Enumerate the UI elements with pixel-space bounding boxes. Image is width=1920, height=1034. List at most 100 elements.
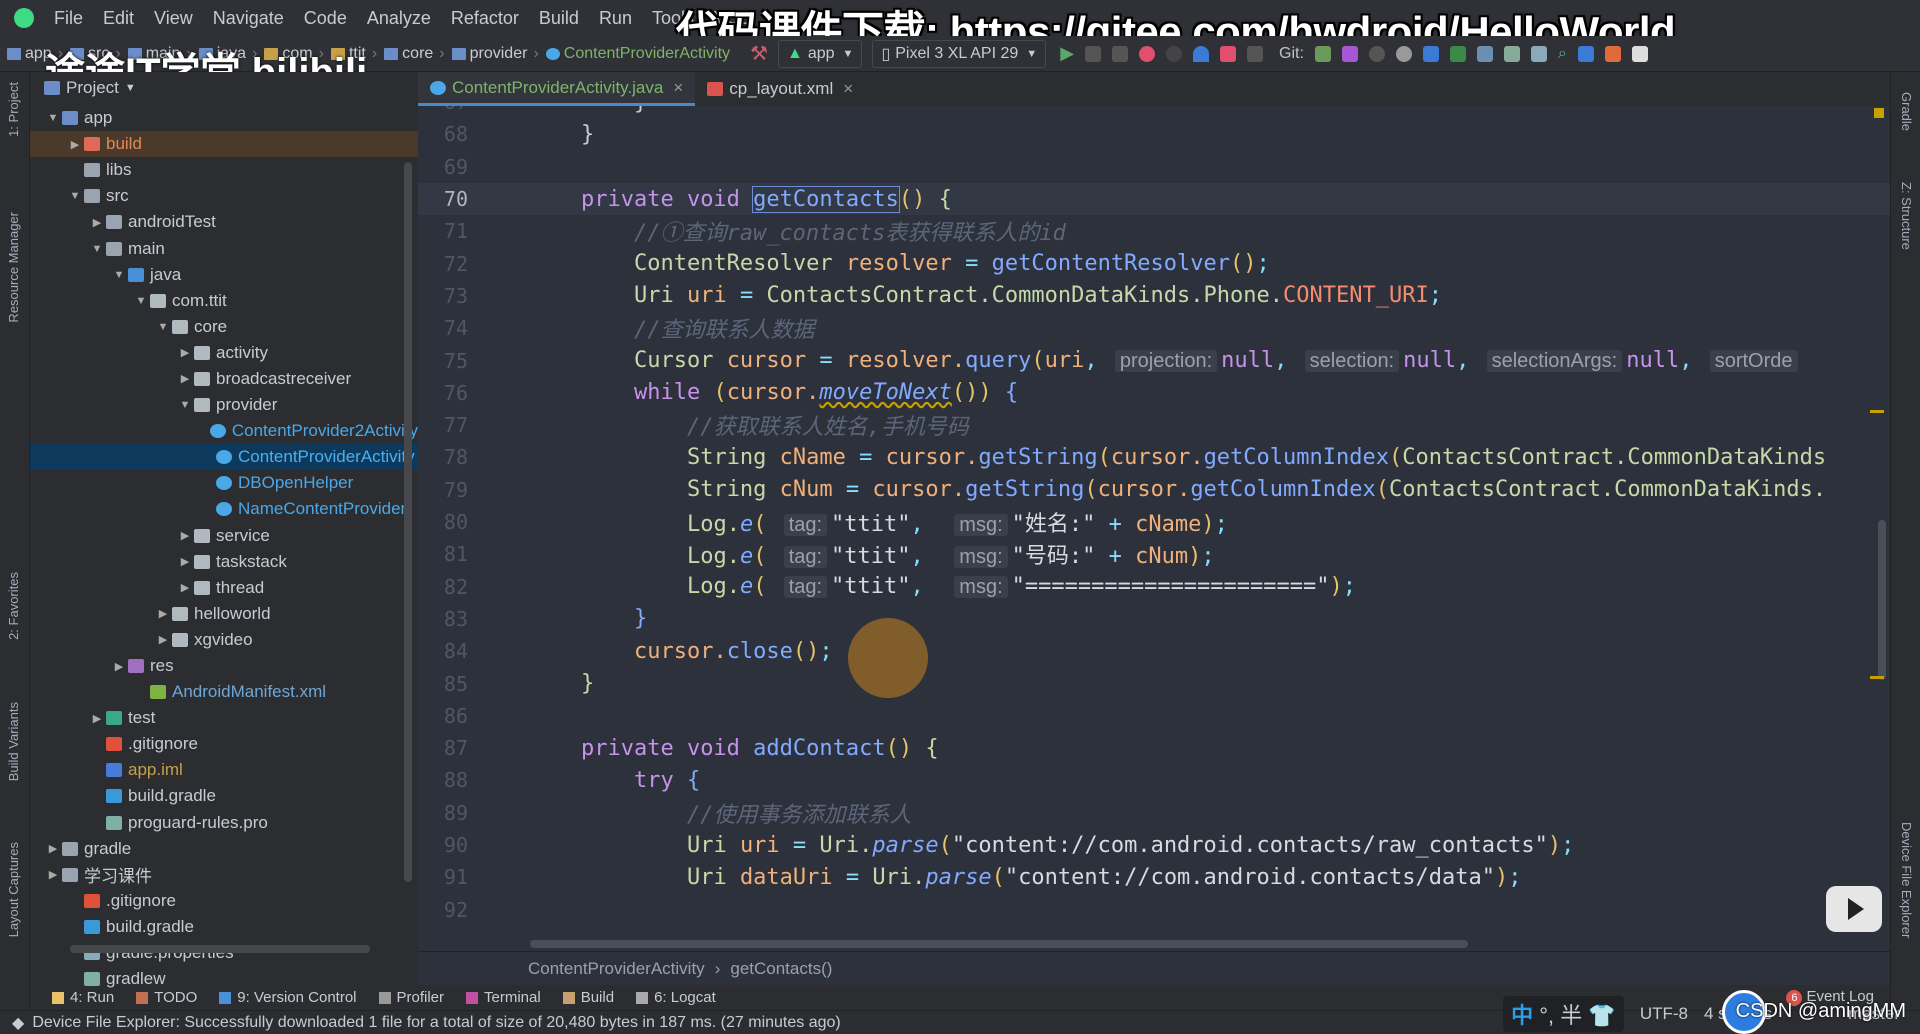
menu-item-analyze[interactable]: Analyze [367,8,431,29]
tree-item[interactable]: ▼ src [30,183,418,209]
close-tab-icon[interactable]: × [673,78,683,98]
collapsed-arrow-icon[interactable]: ▶ [154,607,172,620]
project-panel-header[interactable]: Project ▼ [30,72,418,104]
tree-item[interactable]: gradle.properties [30,940,418,966]
tab-contentprovideractivity-java[interactable]: ContentProviderActivity.java × [418,72,696,106]
menu-item-code[interactable]: Code [304,8,347,29]
expanded-arrow-icon[interactable]: ▼ [154,321,172,333]
menu-item-run[interactable]: Run [599,8,632,29]
tree-item[interactable]: NameContentProvider [30,496,418,522]
menu-item-refactor[interactable]: Refactor [451,8,519,29]
tab-build-variants[interactable]: Build Variants [6,702,21,781]
menu-item-view[interactable]: View [154,8,193,29]
hammer-icon[interactable]: ⚒ [750,41,768,66]
expanded-arrow-icon[interactable]: ▼ [66,190,84,202]
run-config-select[interactable]: ▲ app ▼ [778,39,863,68]
tree-item[interactable]: ▶ taskstack [30,549,418,575]
tool-window-profiler[interactable]: Profiler [378,989,444,1006]
menu-item-edit[interactable]: Edit [103,8,134,29]
device-select[interactable]: ▯ Pixel 3 XL API 29 ▼ [872,39,1047,68]
translate-alt-icon[interactable] [1604,45,1621,62]
collapsed-arrow-icon[interactable]: ▶ [66,138,84,151]
debug-icon[interactable] [1139,45,1156,62]
collapsed-arrow-icon[interactable]: ▶ [176,372,194,385]
tab-resource-manager[interactable]: Resource Manager [6,212,21,323]
history-icon[interactable] [1368,45,1385,62]
collapsed-arrow-icon[interactable]: ▶ [176,529,194,542]
tree-item[interactable]: ▶ test [30,705,418,731]
tree-item[interactable]: AndroidManifest.xml [30,679,418,705]
apply-code-icon[interactable] [1112,45,1129,62]
tree-item[interactable]: ▼ core [30,314,418,340]
breadcrumb-method[interactable]: getContacts() [730,959,832,979]
tree-item[interactable]: ▶ res [30,653,418,679]
tree-item[interactable]: ▼ app [30,105,418,131]
project-horizontal-scrollbar[interactable] [70,945,370,953]
attach-icon[interactable] [1220,45,1237,62]
analysis-status-icon[interactable] [1874,108,1884,118]
breadcrumb-item[interactable]: provider › [451,45,539,63]
translate-icon[interactable] [1577,45,1594,62]
gradle-sync-icon[interactable] [1476,45,1493,62]
collapsed-arrow-icon[interactable]: ▶ [154,633,172,646]
tree-item[interactable]: app.iml [30,757,418,783]
tree-item[interactable]: ▶ 学习课件 [30,862,418,888]
status-message[interactable]: Device File Explorer: Successfully downl… [32,1014,840,1032]
project-structure-icon[interactable] [1422,45,1439,62]
expanded-arrow-icon[interactable]: ▼ [44,112,62,124]
expanded-arrow-icon[interactable]: ▼ [132,295,150,307]
terminal-icon[interactable] [1449,45,1466,62]
encoding-indicator[interactable]: UTF-8 [1640,1004,1688,1024]
tree-item[interactable]: proguard-rules.pro [30,810,418,836]
tree-item[interactable]: ▼ java [30,262,418,288]
collapsed-arrow-icon[interactable]: ▶ [88,216,106,229]
close-tab-icon[interactable]: × [843,79,853,99]
tree-item[interactable]: ▼ provider [30,392,418,418]
sdk-manager-icon[interactable] [1530,45,1547,62]
input-method-indicator[interactable]: 中 °, 半 👕 [1503,996,1624,1032]
warning-marker[interactable] [1870,410,1884,413]
menu-item-file[interactable]: File [54,8,83,29]
tree-item[interactable]: ▼ main [30,235,418,261]
collapsed-arrow-icon[interactable]: ▶ [44,868,62,881]
collapsed-arrow-icon[interactable]: ▶ [176,555,194,568]
menu-item-navigate[interactable]: Navigate [213,8,284,29]
tree-item[interactable]: ContentProvider2Activity [30,418,418,444]
tab-favorites[interactable]: 2: Favorites [6,572,21,640]
menu-item-build[interactable]: Build [539,8,579,29]
tree-item[interactable]: ▶ xgvideo [30,627,418,653]
breadcrumb-class[interactable]: ContentProviderActivity [528,959,705,979]
tree-item[interactable]: ▶ service [30,523,418,549]
tab-layout-captures[interactable]: Layout Captures [6,842,21,937]
tab-gradle[interactable]: Gradle [1899,92,1914,131]
git-update-icon[interactable] [1314,45,1331,62]
expanded-arrow-icon[interactable]: ▼ [110,269,128,281]
tool-window-4-run[interactable]: 4: Run [52,989,114,1006]
breadcrumb-item[interactable]: ContentProviderActivity [545,45,730,63]
collapsed-arrow-icon[interactable]: ▶ [110,660,128,673]
collapsed-arrow-icon[interactable]: ▶ [44,842,62,855]
tab-project[interactable]: 1: Project [6,82,21,137]
tree-item[interactable]: libs [30,157,418,183]
editor-vertical-scrollbar[interactable] [1878,520,1886,680]
attach-debugger-icon[interactable] [1166,45,1183,62]
tree-item[interactable]: ▶ androidTest [30,209,418,235]
avd-manager-icon[interactable] [1503,45,1520,62]
tree-item[interactable]: ▶ activity [30,340,418,366]
tree-item[interactable]: ▼ com.ttit [30,288,418,314]
tree-item[interactable]: ▶ helloworld [30,601,418,627]
search-icon[interactable]: ⌕ [1558,45,1567,63]
project-scrollbar[interactable] [404,162,412,882]
tree-item[interactable]: ▶ gradle [30,836,418,862]
stop-icon[interactable] [1247,45,1264,62]
tree-item[interactable]: .gitignore [30,731,418,757]
tool-window-build[interactable]: Build [562,989,614,1006]
collapsed-arrow-icon[interactable]: ▶ [176,346,194,359]
apply-changes-icon[interactable] [1085,45,1102,62]
collapsed-arrow-icon[interactable]: ▶ [88,712,106,725]
tab-structure[interactable]: Z: Structure [1899,182,1914,250]
tool-window-terminal[interactable]: Terminal [466,989,541,1006]
run-icon[interactable]: ▶ [1060,43,1074,64]
warning-marker[interactable] [1870,676,1884,679]
tree-item[interactable]: ▶ build [30,131,418,158]
